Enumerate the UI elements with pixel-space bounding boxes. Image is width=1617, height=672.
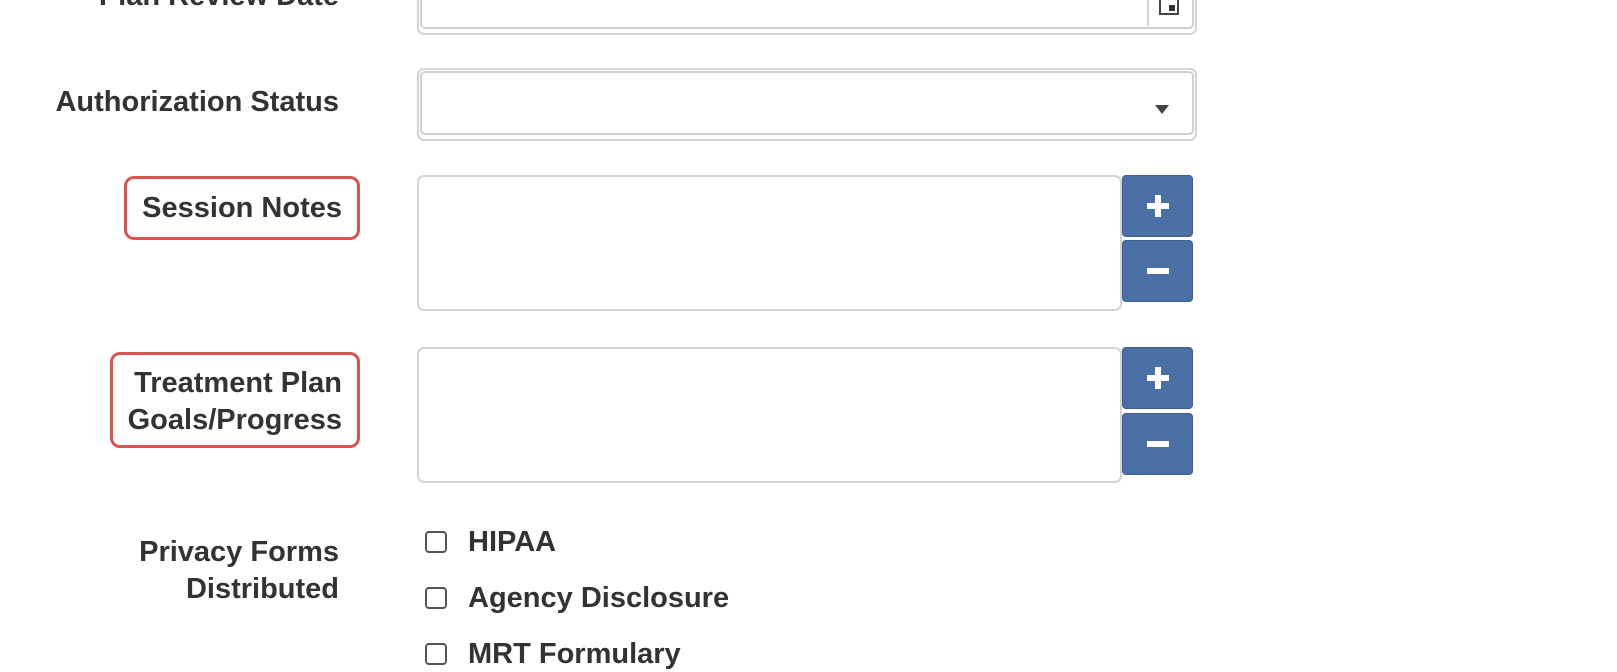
mrt-formulary-label: MRT Formulary bbox=[468, 638, 681, 670]
plus-icon bbox=[1146, 367, 1169, 389]
session-notes-textarea[interactable] bbox=[417, 175, 1122, 311]
mrt-formulary-checkbox[interactable] bbox=[425, 643, 447, 665]
authorization-status-label: Authorization Status bbox=[55, 86, 339, 118]
session-notes-remove-button[interactable] bbox=[1122, 240, 1193, 302]
hipaa-label: HIPAA bbox=[468, 526, 557, 558]
plus-icon bbox=[1146, 195, 1169, 217]
dropdown-caret-icon[interactable] bbox=[1154, 102, 1170, 120]
session-notes-label: Session Notes bbox=[124, 176, 360, 240]
session-notes-add-button[interactable] bbox=[1122, 175, 1193, 237]
treatment-plan-remove-button[interactable] bbox=[1122, 413, 1193, 475]
minus-icon bbox=[1146, 441, 1169, 447]
hipaa-checkbox[interactable] bbox=[425, 531, 447, 553]
privacy-option-hipaa[interactable]: HIPAA bbox=[425, 524, 556, 560]
treatment-plan-label-line2: Goals/Progress bbox=[127, 404, 342, 436]
agency-disclosure-label: Agency Disclosure bbox=[468, 582, 730, 614]
privacy-option-agency-disclosure[interactable]: Agency Disclosure bbox=[425, 580, 729, 616]
treatment-plan-label-line1: Treatment Plan bbox=[134, 367, 342, 399]
authorization-status-select[interactable] bbox=[417, 68, 1197, 141]
treatment-plan-label: Treatment Plan Goals/Progress bbox=[109, 352, 360, 448]
privacy-option-mrt-formulary[interactable]: MRT Formulary bbox=[425, 636, 681, 672]
plan-review-date-label: Plan Review Date bbox=[99, 0, 339, 15]
plan-review-date-field[interactable] bbox=[417, 0, 1197, 35]
calendar-icon[interactable] bbox=[1147, 0, 1185, 26]
privacy-forms-label-line1: Privacy Forms bbox=[139, 536, 339, 568]
privacy-forms-label-line2: Distributed bbox=[185, 573, 339, 605]
treatment-plan-textarea[interactable] bbox=[417, 347, 1122, 483]
privacy-forms-label: Privacy Forms Distributed bbox=[139, 534, 339, 608]
minus-icon bbox=[1146, 268, 1169, 274]
agency-disclosure-checkbox[interactable] bbox=[425, 587, 447, 609]
treatment-plan-add-button[interactable] bbox=[1122, 347, 1193, 409]
